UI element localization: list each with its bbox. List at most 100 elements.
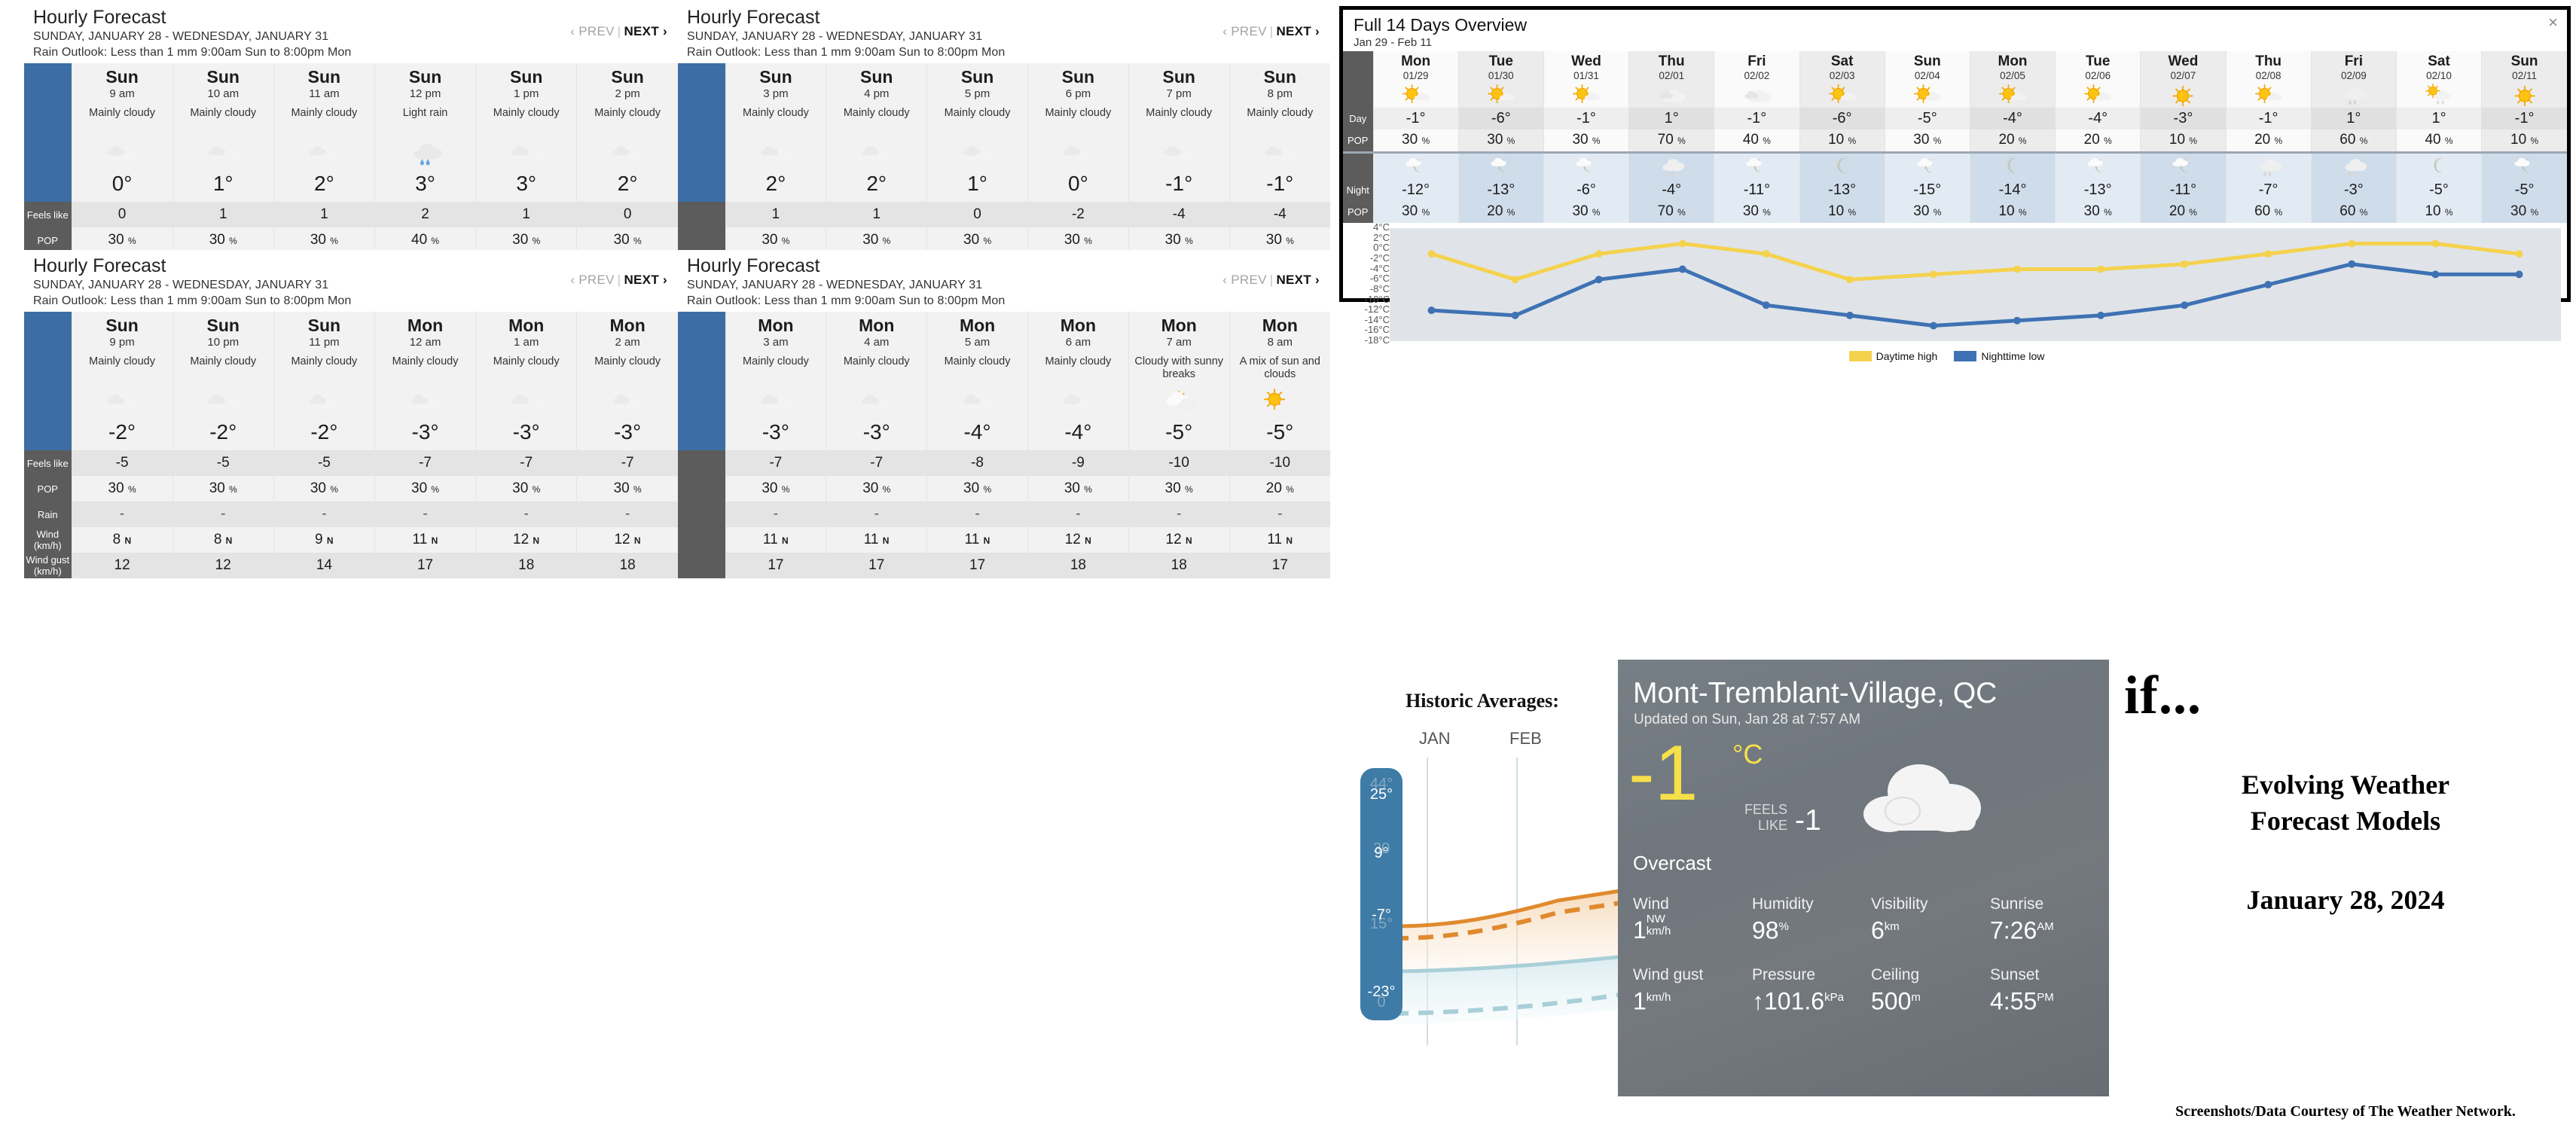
cloud-icon	[1659, 89, 1686, 102]
accent-cell	[678, 63, 725, 202]
cell-value: 30 %	[512, 232, 541, 248]
hourly-forecast-header: Hourly Forecast SUNDAY, JANUARY 28 - WED…	[24, 250, 678, 312]
close-icon[interactable]: ×	[2548, 14, 2558, 31]
overview-day-temp-row: Day -1° -6° -1° 1° -1° -6° -5° -4° -4° -3° -1° 1° 1° -…	[1343, 108, 2567, 130]
overview-night-pop: 30 %	[1742, 203, 1771, 219]
detail-item: Wind 1NW km/h	[1633, 895, 1752, 944]
chart-legend: Daytime high Nighttime low	[1343, 350, 2567, 362]
prev-button[interactable]: ‹ PREV	[570, 24, 614, 38]
next-button[interactable]: NEXT ›	[624, 24, 667, 38]
cell-value: 8 N	[112, 532, 132, 547]
detail-label: Ceiling	[1871, 965, 1920, 983]
hour-time: 3 am	[763, 336, 789, 349]
row-label: Wind gust(km/h)	[24, 553, 72, 578]
scale-label-3: -23°	[1367, 983, 1396, 1000]
detail-item: Sunset 4:55PM	[1990, 965, 2109, 1015]
overview-day-date: 02/06	[2085, 70, 2111, 81]
overview-day-name: Sat	[2428, 53, 2450, 69]
cell-value: 12	[215, 557, 231, 573]
overview-night-pop: 10 %	[1998, 203, 2027, 219]
overview-night-column	[2310, 152, 2397, 179]
hour-condition: Mainly cloudy	[1247, 107, 1314, 119]
overview-night-column	[2055, 152, 2141, 179]
moon-icon	[1837, 157, 1845, 173]
overview-day-icon	[1629, 82, 1714, 108]
hour-condition: Mainly cloudy	[291, 355, 358, 367]
hour-time: 7 am	[1166, 336, 1192, 349]
overview-night-temp-row: Night -12° -13° -6° -4° -11° -13° -15° -14° -13° -…	[1343, 179, 2567, 201]
cell-value: 0	[118, 206, 127, 222]
hour-temperature: -3°	[762, 420, 789, 444]
hour-condition: Mainly cloudy	[190, 355, 257, 367]
overview-forecast-table: Mon 01/29 Tue 01/30 Wed 01/31 Thu 02/01 …	[1343, 51, 2567, 223]
prev-button[interactable]: ‹ PREV	[1222, 24, 1266, 38]
overview-day-pop: 10 %	[2169, 132, 2197, 148]
line-chart-svg	[1390, 228, 2561, 341]
cell-value: 30 %	[963, 480, 992, 496]
data-point	[2515, 270, 2523, 279]
hour-column-header: Sun 12 pm Light rain 3°	[374, 63, 476, 202]
data-point	[2097, 265, 2105, 273]
table-cell: 30 %	[1128, 476, 1230, 502]
prev-button[interactable]: ‹ PREV	[570, 273, 614, 287]
overview-day-date: 02/05	[2000, 70, 2025, 81]
current-temp-block: -1 °C FEELS LIKE -1	[1618, 734, 2109, 855]
overview-night-pop: 70 %	[1657, 203, 1686, 219]
hour-day: Sun	[307, 67, 341, 87]
next-button[interactable]: NEXT ›	[1276, 24, 1320, 38]
hour-column-header: Sun 4 pm Mainly cloudy 2°	[826, 63, 927, 202]
moon-cloud-icon	[1746, 157, 1762, 172]
next-button[interactable]: NEXT ›	[1276, 273, 1320, 287]
cloudy-icon	[612, 394, 646, 411]
hour-condition: Cloudy with sunny breaks	[1134, 355, 1224, 380]
overview-night-temp-cell: -11°	[1714, 179, 1800, 201]
overview-day-pop: 60 %	[2339, 132, 2368, 148]
hour-temperature: 3°	[516, 172, 537, 195]
overview-night-column	[2395, 152, 2482, 179]
overview-day-icon	[1800, 82, 1885, 108]
overview-day-column: Mon 02/05	[1969, 51, 2056, 108]
hour-temperature: -3°	[862, 420, 890, 444]
cloudy-icon	[107, 394, 140, 411]
hour-day: Mon	[407, 316, 444, 335]
cloudy-icon	[208, 145, 241, 163]
overview-night-pop-cell: 30 %	[2055, 201, 2141, 223]
table-cell: -8	[926, 450, 1028, 476]
rain-outlook: Rain Outlook: Less than 1 mm 9:00am Sun …	[687, 46, 1006, 59]
row-label-pop-day: POP	[1343, 130, 1373, 153]
next-button[interactable]: NEXT ›	[624, 273, 667, 287]
overview-day-pop: 30 %	[1487, 132, 1515, 148]
overview-day-temp: -3°	[2173, 110, 2193, 127]
overview-day-icon	[2056, 82, 2140, 108]
table-cell: 30 %	[1027, 476, 1129, 502]
overview-day-date: 02/02	[1744, 70, 1770, 81]
cell-value: 11 N	[964, 532, 990, 547]
overview-night-pop-cell: 10 %	[1799, 201, 1885, 223]
overview-day-name: Thu	[1658, 53, 1685, 69]
data-point	[1427, 250, 1436, 258]
hour-time: 2 am	[615, 336, 640, 349]
detail-label: Pressure	[1752, 965, 1816, 983]
overview-day-pop: 10 %	[2510, 132, 2539, 148]
overview-day-temp: -5°	[1917, 110, 1937, 127]
data-point	[2013, 316, 2021, 325]
overview-day-pop: 30 %	[1402, 132, 1430, 148]
hour-condition: Mainly cloudy	[190, 107, 257, 119]
cell-value: 17	[969, 557, 986, 573]
overview-day-pop-cell: 20 %	[2055, 130, 2141, 153]
data-point	[1678, 265, 1686, 273]
overview-night-temp: -14°	[1998, 181, 2027, 198]
hour-time: 10 pm	[207, 336, 240, 349]
prev-button[interactable]: ‹ PREV	[1222, 273, 1266, 287]
overview-day-temp: -1°	[1406, 110, 1426, 127]
moon-cloud-icon	[1576, 157, 1592, 172]
hour-temperature: 0°	[111, 172, 133, 195]
overview-table: Mon 01/29 Tue 01/30 Wed 01/31 Thu 02/01 …	[1343, 51, 2567, 223]
overview-day-column: Sun 02/11	[2481, 51, 2567, 108]
cloudy-icon	[761, 394, 793, 411]
overview-night-column	[1628, 152, 1714, 179]
cell-value: 12 N	[614, 532, 641, 547]
hour-day: Mon	[859, 316, 895, 335]
overview-day-pop-cell: 20 %	[2225, 130, 2312, 153]
data-point	[2181, 301, 2189, 309]
